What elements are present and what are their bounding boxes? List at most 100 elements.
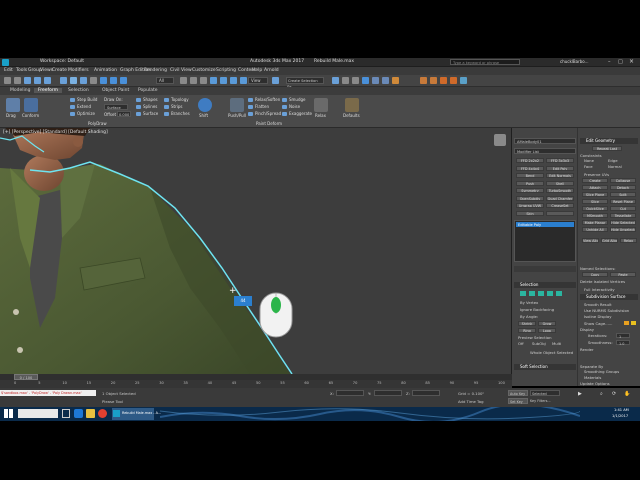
link-icon[interactable] <box>24 77 31 84</box>
modifier-button[interactable]: Symmetry <box>516 188 544 193</box>
paste-button[interactable]: Paste <box>610 272 636 277</box>
modifier-button[interactable]: Shell <box>546 180 574 186</box>
minimize-icon[interactable]: – <box>608 59 611 65</box>
curve-editor-icon[interactable] <box>372 77 379 84</box>
ignore-backfacing-checkbox[interactable]: Ignore Backfacing <box>520 307 554 312</box>
file-explorer-icon[interactable] <box>86 409 95 418</box>
set-key-button[interactable]: Set Key <box>508 398 528 404</box>
surface-button[interactable]: Surface <box>136 111 158 116</box>
schematic-view-icon[interactable] <box>382 77 389 84</box>
preview-off-radio[interactable]: Off <box>518 341 524 346</box>
edit-geometry-button[interactable]: Hide Selected <box>610 220 636 225</box>
menu-arnold[interactable]: Arnold <box>264 68 279 73</box>
soft-selection-rollout-header[interactable]: Soft Selection <box>514 364 576 370</box>
pan-icon[interactable]: ✋ <box>624 391 630 397</box>
material-editor-icon[interactable] <box>392 77 399 84</box>
scene-explorer-icon[interactable] <box>352 77 359 84</box>
viewport-scene[interactable] <box>0 128 512 374</box>
edit-geometry-button[interactable]: Reset Plane <box>610 199 636 204</box>
menu-scripting[interactable]: Scripting <box>216 68 236 73</box>
menu-modifiers[interactable]: Modifiers <box>68 68 89 73</box>
surface-dropdown[interactable]: Surface <box>104 104 128 110</box>
modifier-stack[interactable]: Editable Poly <box>514 220 576 262</box>
modifier-button[interactable]: Quad Chamfer <box>546 195 574 201</box>
align-icon[interactable] <box>332 77 339 84</box>
polygon-icon[interactable] <box>547 291 553 296</box>
tab-freeform[interactable]: Freeform <box>34 88 63 93</box>
align-button[interactable]: Relax <box>620 238 637 243</box>
menu-tools[interactable]: Tools <box>16 68 27 73</box>
select-by-name-icon[interactable] <box>70 77 77 84</box>
modifier-button[interactable]: CreaseSet <box>546 203 574 208</box>
unlink-icon[interactable] <box>34 77 41 84</box>
angle-snap-icon[interactable] <box>220 77 227 84</box>
relax-tool-icon[interactable] <box>314 98 328 112</box>
preserve-uvs-checkbox[interactable]: Preserve UVs <box>584 172 609 177</box>
object-name-field[interactable]: AMaleBody01 <box>514 138 576 144</box>
redo-icon[interactable] <box>14 77 21 84</box>
selection-filter-dropdown[interactable]: All <box>156 77 174 84</box>
selected-dropdown[interactable]: Selected <box>530 390 560 396</box>
maxscript-listener[interactable]: $'sandbox.max' - 'PolyDraw' - 'Poly Draw… <box>0 390 96 396</box>
reference-coord-icon[interactable] <box>180 77 187 84</box>
tab-selection[interactable]: Selection <box>64 88 93 93</box>
constraint-face-radio[interactable]: Face <box>584 164 593 169</box>
cage-color-swatch-2[interactable] <box>631 321 636 325</box>
repeat-last-button[interactable]: Repeat Last <box>592 146 622 151</box>
use-nurms-checkbox[interactable]: Use NURMS Subdivision <box>584 308 629 313</box>
menu-create[interactable]: Create <box>52 68 67 73</box>
user-account[interactable]: chucklBarbo... <box>560 59 588 64</box>
align-button[interactable]: Grid Align <box>601 238 618 243</box>
keyboard-shortcut-icon[interactable] <box>200 77 207 84</box>
show-cage-checkbox[interactable]: Show Cage...... <box>584 321 612 326</box>
select-move-icon[interactable] <box>100 77 107 84</box>
extend-button[interactable]: Extend <box>70 104 91 109</box>
maximize-icon[interactable]: □ <box>618 59 623 65</box>
taskbar-search-box[interactable] <box>18 409 58 418</box>
smooth-result-checkbox[interactable]: Smooth Result <box>584 302 612 307</box>
perspective-viewport[interactable]: [+] [Perspective] [Standard] [Default Sh… <box>0 128 512 374</box>
topology-button[interactable]: Topology <box>164 97 189 102</box>
grow-button[interactable]: Grow <box>538 321 556 326</box>
edit-geometry-button[interactable]: Hide Unselected <box>610 227 636 232</box>
task-view-icon[interactable] <box>62 409 70 418</box>
by-angle-checkbox[interactable]: By Angle: <box>520 314 538 319</box>
relax-soften-button[interactable]: Relax/Soften <box>248 97 280 102</box>
offset-field[interactable]: 0.000 <box>117 111 131 117</box>
menu-customize[interactable]: Customize <box>192 68 216 73</box>
select-rotate-icon[interactable] <box>110 77 117 84</box>
search-input[interactable]: Type a keyword or phrase <box>450 59 520 65</box>
edit-geometry-button[interactable]: MSmooth <box>582 213 608 218</box>
chrome-icon[interactable] <box>98 409 107 418</box>
loop-button[interactable]: Loop <box>538 328 556 333</box>
branches-button[interactable]: Branches <box>164 111 190 116</box>
shrink-button[interactable]: Shrink <box>518 321 536 326</box>
snaps-toggle-icon[interactable] <box>210 77 217 84</box>
strips-button[interactable]: Strips <box>164 104 183 109</box>
shift-tool-icon[interactable] <box>198 98 212 112</box>
align-button[interactable]: View Align <box>582 238 599 243</box>
y-coord-field[interactable] <box>374 390 402 396</box>
edit-geometry-button[interactable]: Split <box>610 192 636 197</box>
render-setup-icon[interactable] <box>420 77 427 84</box>
tab-modeling[interactable]: Modeling <box>6 88 34 93</box>
selection-rollout-header[interactable]: Selection <box>514 282 576 288</box>
select-scale-icon[interactable] <box>120 77 127 84</box>
modifier-button[interactable]: TurboSmooth <box>546 188 574 193</box>
splines-button[interactable]: Splines <box>136 104 157 109</box>
rect-selection-icon[interactable] <box>80 77 87 84</box>
tab-populate[interactable]: Populate <box>134 88 162 93</box>
add-time-tag-button[interactable]: Add Time Tag <box>458 399 483 404</box>
optimize-button[interactable]: Optimize <box>70 111 95 116</box>
edit-geometry-button[interactable]: Unhide All <box>582 227 608 232</box>
graphite-toggle-icon[interactable] <box>362 77 369 84</box>
pinch-spread-button[interactable]: Pinch/Spread <box>248 111 281 116</box>
shapes-button[interactable]: Shapes <box>136 97 158 102</box>
render-production-icon[interactable] <box>440 77 447 84</box>
border-icon[interactable] <box>538 291 544 296</box>
delete-isolated-checkbox[interactable]: Delete Isolated Vertices <box>580 279 625 284</box>
tab-object-paint[interactable]: Object Paint <box>98 88 133 93</box>
smoothness-spinner[interactable]: 1.0 <box>616 340 630 346</box>
z-coord-field[interactable] <box>412 390 440 396</box>
materials-checkbox[interactable]: Materials <box>584 375 601 380</box>
